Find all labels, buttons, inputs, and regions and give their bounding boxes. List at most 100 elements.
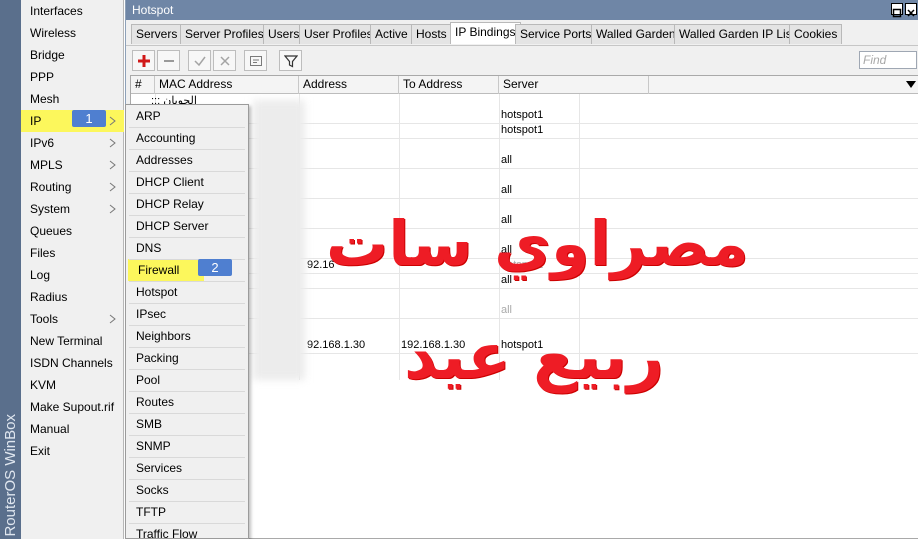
menu-item-queues[interactable]: Queues (21, 220, 124, 242)
table-row[interactable]: all (131, 303, 918, 318)
find-input[interactable]: Find (859, 51, 917, 69)
submenu-item-ipsec[interactable]: IPsec (126, 303, 248, 325)
menu-item-routing[interactable]: Routing (21, 176, 124, 198)
submenu-divider (129, 347, 245, 348)
column-header-server[interactable]: Server (499, 76, 649, 94)
menu-item-exit[interactable]: Exit (21, 440, 124, 462)
menu-item-mpls[interactable]: MPLS (21, 154, 124, 176)
submenu-item-socks[interactable]: Socks (126, 479, 248, 501)
tab-walled-garden-ip-list[interactable]: Walled Garden IP List (674, 24, 801, 44)
submenu-item-dns[interactable]: DNS (126, 237, 248, 259)
submenu-divider (129, 501, 245, 502)
menu-item-ipv6[interactable]: IPv6 (21, 132, 124, 154)
tab-service-ports[interactable]: Service Ports (515, 24, 597, 44)
submenu-item-firewall[interactable]: Firewall (128, 259, 204, 281)
add-button[interactable] (132, 50, 155, 71)
submenu-item-accounting[interactable]: Accounting (126, 127, 248, 149)
tab-walled-garden[interactable]: Walled Garden (591, 24, 681, 44)
enable-button[interactable] (188, 50, 211, 71)
menu-item-kvm[interactable]: KVM (21, 374, 124, 396)
submenu-arrow-icon (109, 138, 116, 148)
menu-item-label: IPv6 (30, 136, 55, 150)
submenu-divider (129, 435, 245, 436)
menu-item-log[interactable]: Log (21, 264, 124, 286)
menu-item-label: PPP (30, 70, 55, 84)
submenu-divider (129, 369, 245, 370)
submenu-arrow-icon (109, 182, 116, 192)
submenu-item-dhcp-server[interactable]: DHCP Server (126, 215, 248, 237)
table-header: # MAC Address Address To Address Server (131, 76, 918, 94)
row-divider (131, 318, 918, 319)
menu-item-label: Routing (30, 180, 72, 194)
submenu-item-packing[interactable]: Packing (126, 347, 248, 369)
cell-server: all (501, 184, 513, 196)
menu-item-bridge[interactable]: Bridge (21, 44, 124, 66)
close-button[interactable] (905, 3, 917, 17)
table-row[interactable]: all (131, 153, 918, 168)
submenu-item-services[interactable]: Services (126, 457, 248, 479)
tab-cookies[interactable]: Cookies (789, 24, 843, 44)
menu-item-label: ISDN Channels (30, 356, 113, 370)
column-header-address[interactable]: Address (299, 76, 399, 94)
submenu-item-smb[interactable]: SMB (126, 413, 248, 435)
submenu-divider (129, 149, 245, 150)
menu-item-label: Interfaces (30, 4, 83, 18)
submenu-arrow-icon (109, 204, 116, 214)
column-header-mac-address[interactable]: MAC Address (155, 76, 299, 94)
tab-hosts[interactable]: Hosts (411, 24, 452, 44)
submenu-item-tftp[interactable]: TFTP (126, 501, 248, 523)
disable-button[interactable] (213, 50, 236, 71)
table-row[interactable]: hotspot1 (131, 123, 918, 138)
tab-ip-bindings[interactable]: IP Bindings (450, 22, 521, 44)
submenu-item-pool[interactable]: Pool (126, 369, 248, 391)
menu-item-mesh[interactable]: Mesh (21, 88, 124, 110)
menu-item-wireless[interactable]: Wireless (21, 22, 124, 44)
submenu-item-snmp[interactable]: SNMP (126, 435, 248, 457)
submenu-item-routes[interactable]: Routes (126, 391, 248, 413)
submenu-divider (129, 479, 245, 480)
submenu-item-neighbors[interactable]: Neighbors (126, 325, 248, 347)
column-header-to-address[interactable]: To Address (399, 76, 499, 94)
submenu-item-dhcp-relay[interactable]: DHCP Relay (126, 193, 248, 215)
menu-item-label: System (30, 202, 71, 216)
menu-item-tools[interactable]: Tools (21, 308, 124, 330)
submenu-arrow-icon (109, 314, 116, 324)
step-badge-1: 1 (72, 110, 106, 127)
menu-item-system[interactable]: System (21, 198, 124, 220)
menu-item-files[interactable]: Files (21, 242, 124, 264)
overlay-text-line1: مصراوي سات (326, 207, 749, 280)
table-row[interactable]: all (131, 183, 918, 198)
menu-item-new-terminal[interactable]: New Terminal (21, 330, 124, 352)
tab-servers[interactable]: Servers (131, 24, 183, 44)
window-title: Hotspot (132, 3, 174, 17)
menu-item-label: Exit (30, 444, 51, 458)
submenu-item-arp[interactable]: ARP (126, 105, 248, 127)
menu-item-isdn-channels[interactable]: ISDN Channels (21, 352, 124, 374)
submenu-item-traffic-flow[interactable]: Traffic Flow (126, 523, 248, 539)
remove-button[interactable] (157, 50, 180, 71)
maximize-button[interactable] (891, 3, 903, 18)
comment-button[interactable] (244, 50, 267, 71)
filter-button[interactable] (279, 50, 302, 71)
window-titlebar[interactable]: Hotspot (126, 0, 918, 20)
menu-item-interfaces[interactable]: Interfaces (21, 0, 124, 22)
menu-item-radius[interactable]: Radius (21, 286, 124, 308)
submenu-item-dhcp-client[interactable]: DHCP Client (126, 171, 248, 193)
tab-active[interactable]: Active (370, 24, 413, 44)
maximize-icon (892, 8, 902, 18)
tab-server-profiles[interactable]: Server Profiles (180, 24, 269, 44)
column-header-#[interactable]: # (131, 76, 155, 94)
step-badge-2: 2 (198, 259, 232, 276)
tab-bar: Servers Server Profiles Users User Profiles… (126, 22, 918, 44)
menu-item-manual[interactable]: Manual (21, 418, 124, 440)
submenu-item-addresses[interactable]: Addresses (126, 149, 248, 171)
submenu-item-hotspot[interactable]: Hotspot (126, 281, 248, 303)
menu-item-label: Wireless (30, 26, 77, 40)
menu-item-ppp[interactable]: PPP (21, 66, 124, 88)
submenu-divider (129, 193, 245, 194)
table-row[interactable]: hotspot1 (131, 108, 918, 123)
column-menu-icon[interactable] (906, 81, 916, 89)
tab-user-profiles[interactable]: User Profiles (299, 24, 378, 44)
menu-item-make-supout-rif[interactable]: Make Supout.rif (21, 396, 124, 418)
menu-item-label: Manual (30, 422, 70, 436)
